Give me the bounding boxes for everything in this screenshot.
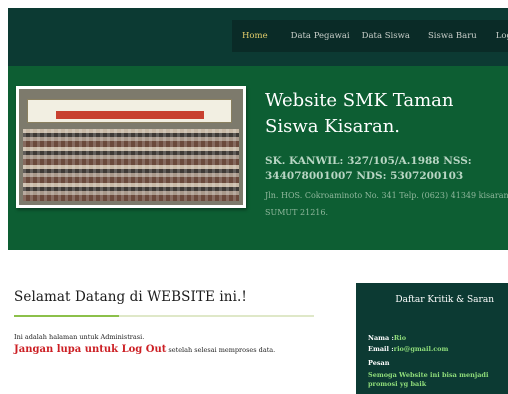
photo-banner-top [28,102,231,109]
logout-warning: Jangan lupa untuk Log Out [14,344,167,355]
school-registration-info: SK. KANWIL: 327/105/A.1988 NSS: 34407800… [265,155,472,182]
feedback-name-row: Nama :Rio [368,334,406,342]
photo-banner [27,99,232,123]
hero-banner: Website SMK Taman Siswa Kisaran. SK. KAN… [8,66,508,250]
nav-log-out[interactable]: Log Out [496,31,508,41]
site-title: Website SMK Taman Siswa Kisaran. [265,90,454,137]
logout-reminder-rest: setelah selesai memproses data. [166,346,276,354]
photo-crowd [23,129,239,201]
feedback-name-value: Rio [393,334,407,342]
nav-data-pegawai[interactable]: Data Pegawai [291,31,350,41]
feedback-email-row: Email :rio@gmail.com [368,345,448,353]
nav-home[interactable]: Home [242,31,268,41]
heading-underline [14,315,314,317]
welcome-admin-text: Ini adalah halaman untuk Administrasi. [14,333,145,341]
school-address: Jln. HOS. Cokroaminoto No. 341 Telp. (06… [265,191,508,217]
feedback-title: Daftar Kritik & Saran [395,295,494,305]
nav-data-siswa[interactable]: Data Siswa [362,31,410,41]
feedback-email-value: rio@gmail.com [393,345,449,353]
school-photo [16,86,246,208]
nav-siswa-baru[interactable]: Siswa Baru [428,31,477,41]
feedback-message-label: Pesan [368,359,390,367]
feedback-name-label: Nama : [368,334,394,342]
feedback-sidebar: Daftar Kritik & Saran Nama :Rio Email :r… [356,283,508,394]
welcome-heading: Selamat Datang di WEBSITE ini.! [14,289,247,305]
feedback-message: Semoga Website ini bisa menjadi promosi … [368,371,489,388]
logout-reminder: Jangan lupa untuk Log Out setelah selesa… [14,344,275,355]
feedback-email-label: Email : [368,345,394,353]
school-photo-image [19,89,243,205]
main-nav: Home Data Pegawai Data Siswa Siswa Baru … [232,20,508,52]
photo-banner-red-strip [56,111,204,119]
